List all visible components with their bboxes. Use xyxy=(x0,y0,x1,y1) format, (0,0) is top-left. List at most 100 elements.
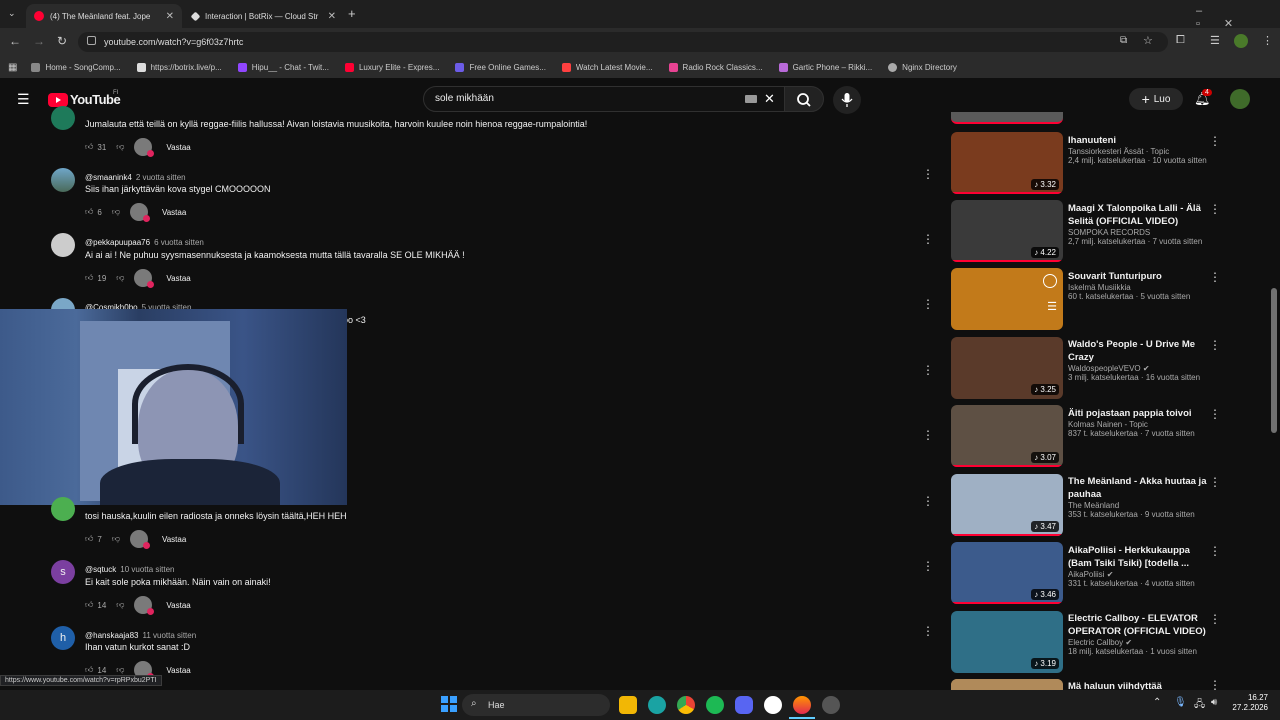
file-explorer-icon[interactable] xyxy=(619,696,637,714)
comment-menu-icon[interactable]: ⋮ xyxy=(922,428,934,442)
network-icon[interactable]: 🖧︎ xyxy=(1194,697,1205,714)
bookmark-item[interactable]: https://botrix.live/p... xyxy=(136,62,222,72)
tray-mic-icon[interactable]: 🎙︎ xyxy=(1174,697,1187,708)
reply-button[interactable]: Vastaa xyxy=(166,274,190,283)
comment-avatar[interactable] xyxy=(51,233,75,257)
comment-author[interactable]: @sqtuck xyxy=(85,565,116,574)
video-thumbnail[interactable]: ♪ 3.25 xyxy=(951,337,1063,399)
video-title[interactable]: Souvarit Tunturipuro xyxy=(1068,270,1208,283)
search-button[interactable] xyxy=(784,86,824,112)
video-thumbnail[interactable]: ♪ 3.32 xyxy=(951,132,1063,194)
tab-search-chevron-icon[interactable]: ⌄ xyxy=(8,8,16,19)
video-info[interactable]: Souvarit Tunturipuro Iskelmä Musiikkia 60 … xyxy=(1068,270,1208,301)
comment-menu-icon[interactable]: ⋮ xyxy=(922,559,934,573)
video-title[interactable]: The Meänland - Akka huutaa ja pauhaa xyxy=(1068,475,1208,501)
comment-menu-icon[interactable]: ⋮ xyxy=(922,167,934,181)
new-tab-icon[interactable]: + xyxy=(348,6,356,21)
video-channel[interactable]: Kolmas Nainen - Topic xyxy=(1068,420,1208,429)
clear-search-icon[interactable]: ✕ xyxy=(764,91,775,107)
comment-avatar[interactable]: h xyxy=(51,626,75,650)
video-info[interactable]: Ihanuuteni Tanssiorkesteri Ässät · Topic 2… xyxy=(1068,134,1208,165)
firefox-icon[interactable] xyxy=(793,696,811,714)
taskbar-search[interactable]: ⌕ Hae xyxy=(462,694,610,716)
chrome-icon[interactable] xyxy=(677,696,695,714)
dislike-icon[interactable]: 👎︎ xyxy=(116,665,124,675)
like-icon[interactable]: 👍︎ xyxy=(85,600,93,610)
video-menu-icon[interactable]: ⋮ xyxy=(1209,202,1221,216)
video-menu-icon[interactable]: ⋮ xyxy=(1209,544,1221,558)
bookmark-item[interactable]: Gartic Phone – Rikki... xyxy=(778,62,872,72)
reload-icon[interactable]: ↻ xyxy=(57,34,67,48)
video-info[interactable]: The Meänland - Akka huutaa ja pauhaa The … xyxy=(1068,475,1208,519)
video-channel[interactable]: SOMPOKA RECORDS xyxy=(1068,228,1208,237)
taskbar-clock[interactable]: 16.27 27.2.2026 xyxy=(1230,693,1268,713)
bookmark-star-icon[interactable]: ☆ xyxy=(1143,34,1153,47)
video-channel[interactable]: The Meänland xyxy=(1068,501,1208,510)
video-title[interactable]: Mä haluun viihdyttää xyxy=(1068,680,1208,690)
tab-botrix[interactable]: Interaction | BotRix — Cloud Str ✕ xyxy=(184,4,344,28)
video-menu-icon[interactable]: ⋮ xyxy=(1209,270,1221,284)
watch-later-icon[interactable] xyxy=(1043,274,1057,288)
bookmark-item[interactable]: Nginx Directory xyxy=(888,62,957,72)
add-to-queue-icon[interactable]: ☰ xyxy=(1047,300,1057,313)
bookmark-item[interactable]: Free Online Games... xyxy=(455,62,546,72)
video-thumbnail[interactable]: ♪ 3.46 xyxy=(951,542,1063,604)
bookmark-item[interactable]: Radio Rock Classics... xyxy=(668,62,763,72)
comment-time[interactable]: 2 vuotta sitten xyxy=(136,173,186,182)
comment-menu-icon[interactable]: ⋮ xyxy=(922,494,934,508)
video-info[interactable]: Äiti pojastaan pappia toivoi Kolmas Naine… xyxy=(1068,407,1208,438)
video-thumbnail[interactable]: ☰ xyxy=(951,268,1063,330)
reply-button[interactable]: Vastaa xyxy=(166,666,190,675)
reading-list-icon[interactable]: ☰ xyxy=(1210,34,1220,47)
keyboard-icon[interactable] xyxy=(745,95,757,103)
page-scrollbar-thumb[interactable] xyxy=(1271,288,1277,433)
account-avatar[interactable] xyxy=(1230,89,1250,109)
youtube-logo-icon[interactable] xyxy=(48,93,68,107)
steam-icon[interactable] xyxy=(822,696,840,714)
video-menu-icon[interactable]: ⋮ xyxy=(1209,407,1221,421)
comment-menu-icon[interactable]: ⋮ xyxy=(922,363,934,377)
video-title[interactable]: Äiti pojastaan pappia toivoi xyxy=(1068,407,1208,420)
create-button[interactable]: + Luo xyxy=(1129,88,1183,110)
like-icon[interactable]: 👍︎ xyxy=(85,665,93,675)
guide-menu-icon[interactable]: ☰ xyxy=(17,91,30,108)
video-menu-icon[interactable]: ⋮ xyxy=(1209,338,1221,352)
video-channel[interactable]: Tanssiorkesteri Ässät · Topic xyxy=(1068,147,1208,156)
like-icon[interactable]: 👍︎ xyxy=(85,273,93,283)
comment-avatar[interactable]: s xyxy=(51,560,75,584)
bookmark-item[interactable]: Watch Latest Movie... xyxy=(561,62,653,72)
video-thumbnail-partial[interactable] xyxy=(951,679,1063,690)
obs-icon[interactable] xyxy=(764,696,782,714)
video-title[interactable]: Maagi X Talonpoika Lalli - Älä Selitä (O… xyxy=(1068,202,1208,228)
dislike-icon[interactable]: 👎︎ xyxy=(112,207,120,217)
comment-time[interactable]: 11 vuotta sitten xyxy=(143,631,197,640)
like-icon[interactable]: 👍︎ xyxy=(85,207,93,217)
reply-button[interactable]: Vastaa xyxy=(162,208,186,217)
video-menu-icon[interactable]: ⋮ xyxy=(1209,612,1221,626)
video-thumbnail[interactable]: ♪ 3.19 xyxy=(951,611,1063,673)
video-menu-icon[interactable]: ⋮ xyxy=(1209,678,1217,690)
video-info[interactable]: Waldo's People - U Drive Me Crazy Waldosp… xyxy=(1068,338,1208,382)
site-info-icon[interactable] xyxy=(87,36,96,45)
extensions-icon[interactable]: ⧠ xyxy=(1176,34,1185,47)
discord-icon[interactable] xyxy=(735,696,753,714)
comment-time[interactable]: 10 vuotta sitten xyxy=(120,565,174,574)
video-channel[interactable]: WaldospeopleVEVO ✔ xyxy=(1068,364,1208,373)
tray-chevron-icon[interactable]: ⌃ xyxy=(1153,697,1161,708)
volume-icon[interactable]: 🔊︎ xyxy=(1211,697,1217,708)
video-channel[interactable]: Electric Callboy ✔ xyxy=(1068,638,1208,647)
comment-avatar[interactable] xyxy=(51,497,75,521)
reply-button[interactable]: Vastaa xyxy=(166,143,190,152)
window-controls[interactable]: –▫✕ xyxy=(1196,5,1280,30)
bookmark-item[interactable]: Home - SongComp... xyxy=(31,62,121,72)
video-menu-icon[interactable]: ⋮ xyxy=(1209,134,1221,148)
forward-icon[interactable]: → xyxy=(33,34,45,48)
comment-author[interactable]: @smaanink4 xyxy=(85,173,132,182)
like-icon[interactable]: 👍︎ xyxy=(85,142,93,152)
comment-author[interactable]: @pekkapuupaa76 xyxy=(85,238,150,247)
reply-button[interactable]: Vastaa xyxy=(162,535,186,544)
address-bar[interactable]: youtube.com/watch?v=g6f03z7hrtc xyxy=(78,32,1168,52)
comment-avatar[interactable] xyxy=(51,168,75,192)
comment-time[interactable]: 6 vuotta sitten xyxy=(154,238,204,247)
video-thumbnail-partial[interactable] xyxy=(951,112,1063,124)
